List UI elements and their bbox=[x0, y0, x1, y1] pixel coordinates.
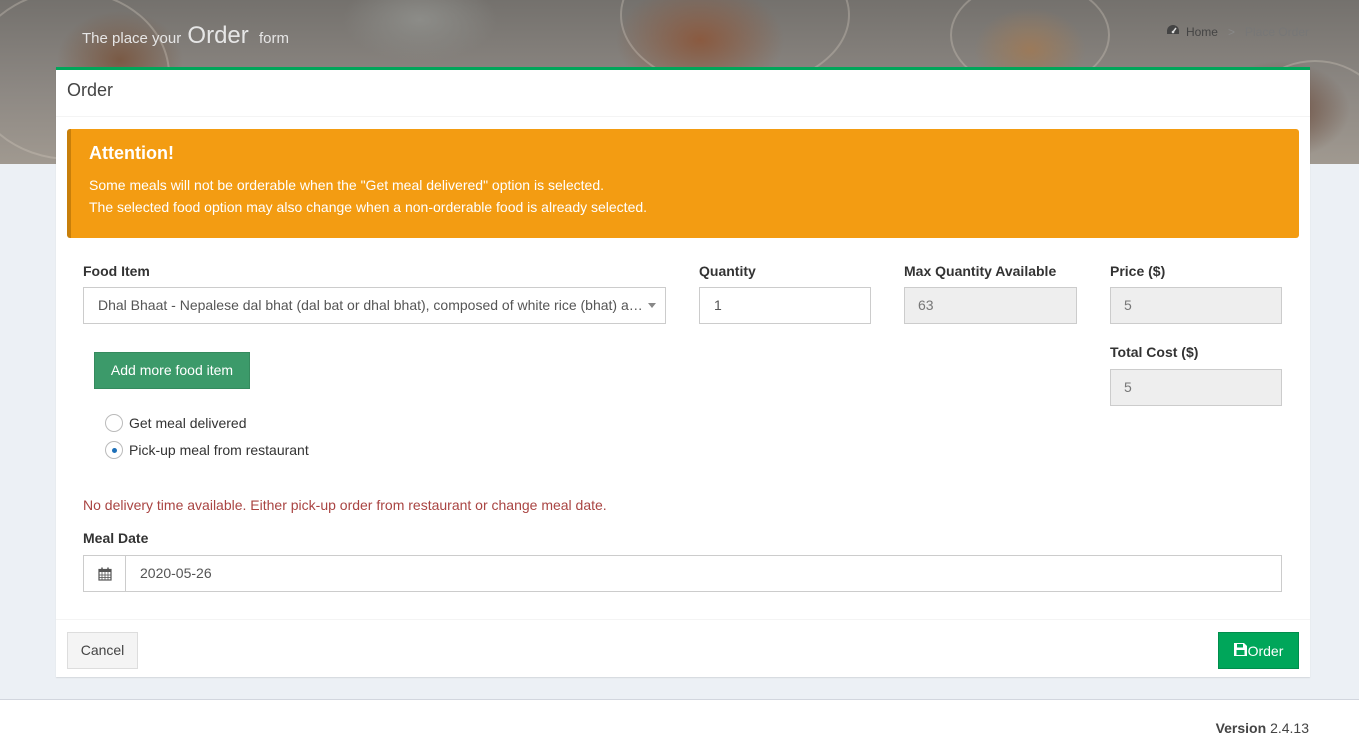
main-footer: Version 2.4.13 bbox=[0, 699, 1359, 755]
radio-pickup-circle[interactable] bbox=[105, 441, 123, 459]
alert-line-1: Some meals will not be orderable when th… bbox=[89, 177, 604, 193]
breadcrumb: Home > Place Order bbox=[1166, 24, 1309, 39]
box-header: Order bbox=[56, 70, 1310, 117]
alert-title: Attention! bbox=[89, 143, 174, 163]
breadcrumb-separator: > bbox=[1227, 24, 1235, 39]
meal-date-input[interactable]: 2020-05-26 bbox=[126, 556, 1281, 591]
breadcrumb-current: Place Order bbox=[1244, 24, 1309, 39]
max-quantity-field: 63 bbox=[904, 287, 1077, 324]
calendar-icon[interactable] bbox=[84, 556, 126, 591]
order-box: Order Attention! Some meals will not be … bbox=[56, 67, 1310, 677]
radio-pickup-label: Pick-up meal from restaurant bbox=[129, 442, 309, 458]
price-label: Price ($) bbox=[1110, 263, 1166, 279]
header-title-prefix: The place your bbox=[82, 30, 182, 47]
version-info: Version 2.4.13 bbox=[1216, 720, 1309, 736]
radio-delivered-label: Get meal delivered bbox=[129, 415, 247, 431]
alert-line-2: The selected food option may also change… bbox=[89, 199, 648, 215]
radio-get-meal-delivered[interactable]: Get meal delivered bbox=[105, 414, 247, 432]
order-button[interactable]: Order bbox=[1218, 632, 1299, 669]
delivery-error-text: No delivery time available. Either pick-… bbox=[83, 497, 607, 513]
meal-date-label: Meal Date bbox=[83, 530, 149, 546]
cancel-button[interactable]: Cancel bbox=[67, 632, 138, 669]
page-header-title: The place your Order form bbox=[82, 22, 289, 50]
order-button-label: Order bbox=[1247, 642, 1284, 659]
quantity-label: Quantity bbox=[699, 263, 756, 279]
meal-date-group: 2020-05-26 bbox=[83, 555, 1282, 592]
save-icon bbox=[1233, 642, 1247, 659]
header-title-highlight: Order bbox=[187, 22, 249, 49]
food-item-select[interactable]: Dhal Bhaat - Nepalese dal bhat (dal bat … bbox=[83, 287, 666, 324]
food-item-label: Food Item bbox=[83, 263, 150, 279]
dashboard-icon bbox=[1166, 24, 1180, 39]
attention-alert: Attention! Some meals will not be ordera… bbox=[67, 129, 1299, 238]
header-title-suffix: form bbox=[258, 30, 289, 47]
total-cost-field: 5 bbox=[1110, 369, 1282, 406]
quantity-input[interactable]: 1 bbox=[699, 287, 871, 324]
box-footer: Cancel Order bbox=[56, 619, 1310, 680]
price-field: 5 bbox=[1110, 287, 1282, 324]
radio-pickup-meal[interactable]: Pick-up meal from restaurant bbox=[105, 441, 309, 459]
max-quantity-label: Max Quantity Available bbox=[904, 263, 1057, 279]
total-cost-label: Total Cost ($) bbox=[1110, 344, 1199, 360]
box-title: Order bbox=[67, 80, 114, 100]
add-more-food-item-button[interactable]: Add more food item bbox=[94, 352, 250, 389]
radio-delivered-circle[interactable] bbox=[105, 414, 123, 432]
food-item-selected-value: Dhal Bhaat - Nepalese dal bhat (dal bat … bbox=[98, 297, 643, 313]
chevron-down-icon bbox=[648, 303, 656, 308]
breadcrumb-home-link[interactable]: Home bbox=[1186, 25, 1218, 39]
version-value: 2.4.13 bbox=[1270, 720, 1309, 736]
version-label: Version bbox=[1215, 720, 1267, 736]
